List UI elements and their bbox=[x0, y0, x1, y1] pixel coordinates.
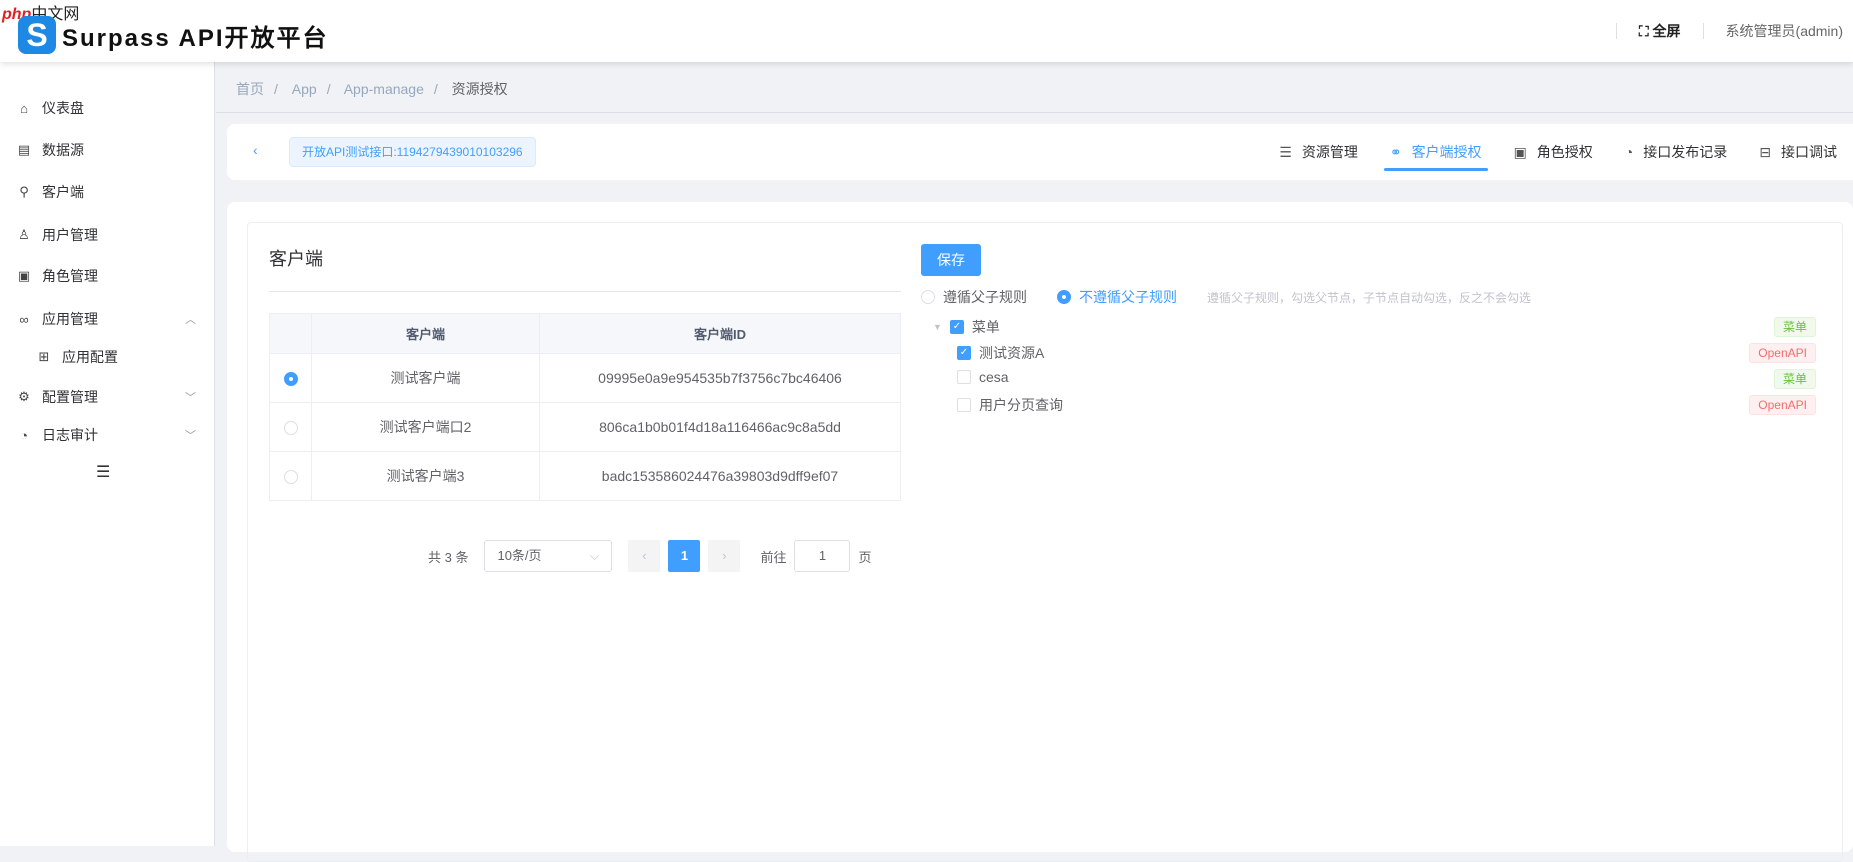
type-tag: OpenAPI bbox=[1749, 343, 1816, 363]
sidebar-item[interactable]: ⌂ 仪表盘 bbox=[16, 98, 196, 118]
table-row[interactable]: 测试客户端口2 806ca1b0b01f4d18a116466ac9c8a5dd bbox=[269, 402, 901, 452]
chevron-down-icon: ⌵ bbox=[589, 548, 600, 563]
column-header-client-id: 客户端ID bbox=[539, 313, 901, 354]
radio-follow-rule[interactable]: 遵循父子规则 bbox=[921, 287, 1027, 307]
sidebar: ⌂ 仪表盘 ▤ 数据源 ⚲ 客户端 ♙ 用户管理 ▣ 角色管理 ∞ 应用管理 ︿ ⊞ 应用配置 ⚙ 配置管理 ﹀ ◔… bbox=[0, 62, 215, 846]
main-card: 客户端 客户端 客户端ID 测试客户端 09995e0a9e954535b7f37… bbox=[227, 202, 1853, 862]
clients-title: 客户端 bbox=[269, 249, 323, 269]
sidebar-item[interactable]: ⚲ 客户端 bbox=[16, 182, 196, 202]
menu-icon: ◔ bbox=[20, 427, 28, 443]
breadcrumb-app[interactable]: App bbox=[292, 81, 317, 97]
prev-page-button[interactable]: ‹ bbox=[628, 540, 661, 572]
tab-icon: ⚭ bbox=[1389, 143, 1402, 160]
chevron-icon[interactable]: ﹀ bbox=[185, 389, 196, 405]
save-button[interactable]: 保存 bbox=[921, 244, 981, 276]
tab[interactable]: ▣ 角色授权 bbox=[1498, 124, 1609, 180]
fullscreen-icon: ⛶ bbox=[1638, 23, 1653, 39]
radio-icon bbox=[921, 290, 935, 304]
column-header-client: 客户端 bbox=[311, 313, 540, 354]
type-tag: 菜单 bbox=[1773, 369, 1816, 389]
app-tag: 开放API测试接口:1194279439010103296 bbox=[289, 137, 536, 167]
goto-label: 前往 bbox=[760, 549, 787, 565]
tree-node[interactable]: 用户分页查询 bbox=[957, 395, 1063, 415]
tab[interactable]: ☰ 资源管理 bbox=[1263, 124, 1374, 180]
sidebar-item[interactable]: ♙ 用户管理 bbox=[16, 225, 196, 245]
sidebar-item[interactable]: ▣ 角色管理 bbox=[16, 266, 196, 286]
table-row[interactable]: 测试客户端 09995e0a9e954535b7f3756c7bc46406 bbox=[269, 353, 901, 403]
chevron-icon[interactable]: ︿ bbox=[185, 311, 196, 327]
page-suffix: 页 bbox=[858, 549, 872, 565]
total-count: 共 3 条 bbox=[428, 549, 469, 565]
menu-icon: ⊞ bbox=[38, 349, 50, 364]
tab[interactable]: ⊟ 接口调试 bbox=[1743, 124, 1853, 180]
row-radio[interactable] bbox=[283, 372, 298, 387]
rule-hint: 遵循父子规则，勾选父节点，子节点自动勾选，反之不会勾选 bbox=[1207, 290, 1532, 305]
sidebar-item[interactable]: ◔ 日志审计 ﹀ bbox=[16, 425, 196, 445]
caret-down-icon[interactable]: ▼ bbox=[933, 322, 942, 332]
tab-icon: ⊟ bbox=[1759, 143, 1771, 160]
type-tag: 菜单 bbox=[1773, 317, 1816, 337]
tab-icon: ◔ bbox=[1624, 144, 1634, 160]
back-button[interactable]: ‹ bbox=[253, 142, 258, 158]
column-header-select bbox=[269, 313, 312, 354]
chevron-icon[interactable]: ﹀ bbox=[185, 427, 196, 443]
sidebar-item[interactable]: ⊞ 应用配置 bbox=[36, 347, 216, 367]
breadcrumb-home[interactable]: 首页 bbox=[236, 81, 264, 97]
checkbox[interactable] bbox=[957, 370, 971, 384]
app-header-card: ‹ 开放API测试接口:1194279439010103296 ☰ 资源管理 ⚭ 客户… bbox=[227, 124, 1853, 180]
menu-icon: ∞ bbox=[19, 311, 29, 327]
radio-not-follow-rule[interactable]: 不遵循父子规则 bbox=[1057, 287, 1177, 307]
breadcrumb-current: 资源授权 bbox=[451, 81, 508, 97]
goto-page-input[interactable]: 1 bbox=[794, 540, 851, 572]
menu-icon: ▤ bbox=[17, 142, 31, 157]
header: php中文网 S Surpass API开放平台 ⛶ 全屏 系统管理员(admi… bbox=[0, 0, 1853, 62]
client-name: 测试客户端3 bbox=[311, 451, 540, 501]
tab-icon: ☰ bbox=[1279, 143, 1292, 160]
radio-icon bbox=[1057, 290, 1071, 304]
client-id: 806ca1b0b01f4d18a116466ac9c8a5dd bbox=[539, 402, 901, 452]
app-title: Surpass API开放平台 bbox=[62, 25, 329, 52]
clients-table: 客户端 客户端ID 测试客户端 09995e0a9e954535b7f3756c7… bbox=[269, 313, 901, 501]
sidebar-item[interactable]: ⚙ 配置管理 ﹀ bbox=[16, 387, 196, 407]
logo: S bbox=[18, 16, 56, 54]
menu-icon: ♙ bbox=[18, 227, 30, 242]
menu-icon: ⌂ bbox=[20, 100, 28, 116]
user-menu[interactable]: 系统管理员(admin) bbox=[1726, 21, 1843, 41]
tree-node[interactable]: ▼ ✓ 菜单 bbox=[933, 317, 1000, 337]
checkbox[interactable]: ✓ bbox=[957, 346, 971, 360]
fullscreen-button[interactable]: ⛶ 全屏 bbox=[1639, 21, 1681, 41]
tree-node[interactable]: cesa bbox=[957, 369, 1009, 385]
type-tag: OpenAPI bbox=[1749, 395, 1816, 415]
tree-node[interactable]: ✓ 测试资源A bbox=[957, 343, 1044, 363]
row-radio[interactable] bbox=[283, 421, 298, 436]
sidebar-item[interactable]: ∞ 应用管理 ︿ bbox=[16, 309, 196, 329]
client-id: 09995e0a9e954535b7f3756c7bc46406 bbox=[539, 353, 901, 403]
client-name: 测试客户端 bbox=[311, 353, 540, 403]
table-row[interactable]: 测试客户端3 badc153586024476a39803d9dff9ef07 bbox=[269, 451, 901, 501]
menu-icon: ⚙ bbox=[18, 389, 30, 404]
tab-icon: ▣ bbox=[1513, 143, 1527, 160]
menu-icon: ⚲ bbox=[19, 184, 29, 199]
checkbox[interactable] bbox=[957, 398, 971, 412]
tab[interactable]: ◔ 接口发布记录 bbox=[1609, 124, 1743, 180]
next-page-button[interactable]: › bbox=[708, 540, 741, 572]
client-name: 测试客户端口2 bbox=[311, 402, 540, 452]
sidebar-item[interactable]: ▤ 数据源 bbox=[16, 140, 196, 160]
breadcrumb-app-manage[interactable]: App-manage bbox=[344, 81, 424, 97]
collapse-sidebar-icon[interactable]: ☰ bbox=[96, 462, 110, 482]
checkbox[interactable]: ✓ bbox=[949, 320, 964, 334]
page-1-button[interactable]: 1 bbox=[668, 540, 701, 572]
menu-icon: ▣ bbox=[17, 268, 31, 283]
page-size-select[interactable]: 10条/页 ⌵ bbox=[484, 540, 613, 572]
tab[interactable]: ⚭ 客户端授权 bbox=[1374, 124, 1498, 180]
row-radio[interactable] bbox=[283, 470, 298, 485]
pagination: 共 3 条 10条/页 ⌵ ‹ 1 › 前往 1 页 bbox=[428, 540, 872, 572]
client-id: badc153586024476a39803d9dff9ef07 bbox=[539, 451, 901, 501]
breadcrumb: 首页 / App / App-manage / 资源授权 bbox=[236, 81, 508, 97]
